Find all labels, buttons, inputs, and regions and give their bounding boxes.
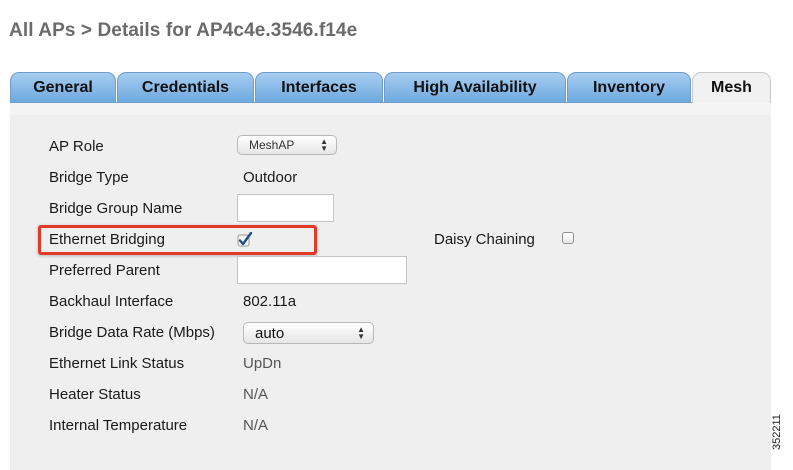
daisy-chaining-checkbox[interactable]	[562, 232, 574, 244]
daisy-chaining-label: Daisy Chaining	[434, 231, 535, 248]
ap-role-value: MeshAP	[249, 138, 295, 152]
heater-status-value: N/A	[243, 386, 269, 403]
backhaul-interface-value: 802.11a	[243, 293, 297, 310]
heater-status-label: Heater Status	[49, 386, 141, 403]
bridge-type-value: Outdoor	[243, 169, 298, 186]
highlight-box	[38, 225, 317, 255]
ap-role-label: AP Role	[49, 138, 104, 155]
bridge-data-rate-select[interactable]: auto ▲ ▼	[243, 322, 374, 344]
ap-role-select[interactable]: MeshAP ▲ ▼	[237, 135, 337, 155]
internal-temperature-label: Internal Temperature	[49, 417, 188, 434]
bridge-data-rate-label: Bridge Data Rate (Mbps)	[49, 324, 215, 341]
ethernet-link-status-value: UpDn	[243, 355, 282, 372]
bridge-group-name-input[interactable]	[237, 194, 334, 222]
bridge-group-name-label: Bridge Group Name	[49, 200, 183, 217]
panel-top-strip	[10, 103, 771, 115]
up-down-chevron-icon: ▲ ▼	[320, 137, 328, 153]
bridge-type-label: Bridge Type	[49, 169, 129, 186]
ethernet-link-status-label: Ethernet Link Status	[49, 355, 185, 372]
tab-high-availability[interactable]: High Availability	[384, 72, 566, 102]
tab-credentials[interactable]: Credentials	[117, 72, 254, 102]
bridge-data-rate-value: auto	[255, 324, 285, 342]
tab-bar: General Credentials Interfaces High Avai…	[10, 72, 771, 103]
page-title: All APs > Details for AP4c4e.3546.f14e	[9, 20, 358, 41]
up-down-chevron-icon: ▲ ▼	[357, 325, 365, 341]
preferred-parent-input[interactable]	[237, 256, 407, 284]
preferred-parent-label: Preferred Parent	[49, 262, 160, 279]
internal-temperature-value: N/A	[243, 417, 269, 434]
backhaul-interface-label: Backhaul Interface	[49, 293, 174, 310]
mesh-panel	[10, 103, 771, 470]
tab-general[interactable]: General	[10, 72, 116, 102]
tab-interfaces[interactable]: Interfaces	[255, 72, 383, 102]
tab-inventory[interactable]: Inventory	[567, 72, 691, 102]
figure-id: 352211	[771, 414, 783, 450]
tab-mesh[interactable]: Mesh	[692, 72, 771, 103]
